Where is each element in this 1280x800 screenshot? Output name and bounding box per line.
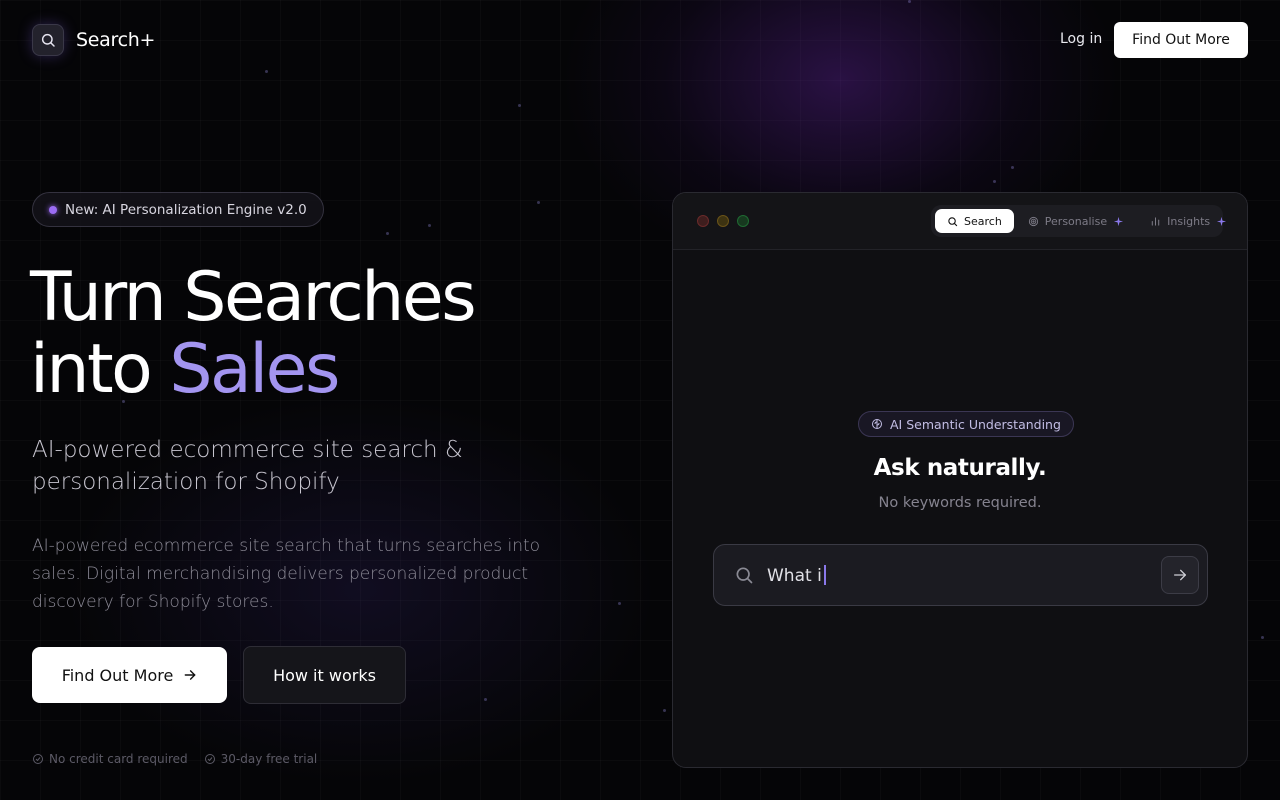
ai-feature-badge: AI Semantic Understanding	[858, 411, 1074, 437]
hero-title-line1: Turn Searches	[30, 258, 477, 337]
tab-personalise[interactable]: Personalise	[1016, 209, 1136, 233]
bar-chart-icon	[1151, 216, 1160, 226]
demo-tab-switcher: Search Personalise Insights	[931, 205, 1227, 237]
search-input-value: What i	[767, 565, 826, 586]
arrow-right-icon	[1174, 569, 1186, 581]
check-circle-icon	[33, 754, 43, 764]
star-dot	[537, 201, 540, 204]
star-dot	[1011, 166, 1014, 169]
primary-button-label: Find Out More	[61, 665, 174, 685]
badge-label: New: AI Personalization Engine v2.0	[65, 201, 307, 218]
demo-subheading: No keywords required.	[878, 495, 1042, 511]
how-it-works-button[interactable]: How it works	[243, 646, 406, 704]
target-icon	[1028, 216, 1038, 226]
perk-item: No credit card required	[32, 752, 188, 766]
window-maximize-dot	[737, 215, 749, 227]
sparkle-icon	[1217, 216, 1227, 226]
hero-title: Turn Searches into Sales	[30, 262, 477, 409]
star-dot	[518, 104, 521, 107]
brand-name: Search+	[76, 29, 156, 51]
text-caret	[823, 565, 826, 585]
window-titlebar: Search Personalise Insights	[673, 193, 1247, 250]
search-query-text: What i	[767, 566, 822, 586]
tab-insights[interactable]: Insights	[1138, 209, 1239, 233]
submit-search-button[interactable]	[1161, 556, 1199, 594]
announcement-badge[interactable]: New: AI Personalization Engine v2.0	[32, 192, 324, 227]
tab-label: Search	[964, 214, 1002, 228]
brand-logo[interactable]: Search+	[32, 24, 155, 56]
star-dot	[993, 180, 996, 183]
star-dot	[428, 224, 431, 227]
search-icon	[32, 24, 64, 56]
perk-label: 30-day free trial	[220, 752, 318, 766]
window-close-dot	[697, 215, 709, 227]
find-out-more-button[interactable]: Find Out More	[1114, 22, 1248, 58]
perk-item: 30-day free trial	[204, 752, 318, 766]
tab-search[interactable]: Search	[935, 209, 1014, 233]
star-dot	[663, 709, 666, 712]
hero-title-accent: Sales	[169, 330, 340, 409]
hero-description: AI-powered ecommerce site search that tu…	[32, 536, 541, 612]
site-header: Search+ Log in Find Out More	[0, 0, 1280, 80]
hero-title-line2: into	[30, 330, 170, 409]
tab-label: Personalise	[1044, 214, 1108, 228]
arrow-right-icon	[184, 670, 196, 680]
star-dot	[618, 602, 621, 605]
ai-badge-label: AI Semantic Understanding	[890, 416, 1061, 432]
login-link[interactable]: Log in	[1060, 31, 1102, 47]
demo-heading: Ask naturally.	[873, 455, 1047, 481]
demo-window: Search Personalise Insights AI Semantic …	[672, 192, 1248, 768]
star-dot	[386, 232, 389, 235]
star-dot	[484, 698, 487, 701]
tab-label: Insights	[1167, 214, 1211, 228]
perk-label: No credit card required	[49, 752, 188, 766]
sparkle-icon	[1114, 216, 1124, 226]
search-icon	[948, 216, 958, 226]
window-minimize-dot	[717, 215, 729, 227]
star-dot	[1261, 636, 1264, 639]
brain-icon	[872, 419, 882, 429]
find-out-more-primary-button[interactable]: Find Out More	[32, 647, 227, 703]
search-icon	[736, 567, 753, 584]
perks-list: No credit card required 30-day free tria…	[32, 752, 317, 766]
demo-search-input[interactable]: What i	[713, 544, 1208, 606]
hero-subtitle: AI-powered ecommerce site search & perso…	[32, 437, 463, 495]
badge-dot-icon	[49, 205, 57, 214]
check-circle-icon	[204, 754, 215, 764]
